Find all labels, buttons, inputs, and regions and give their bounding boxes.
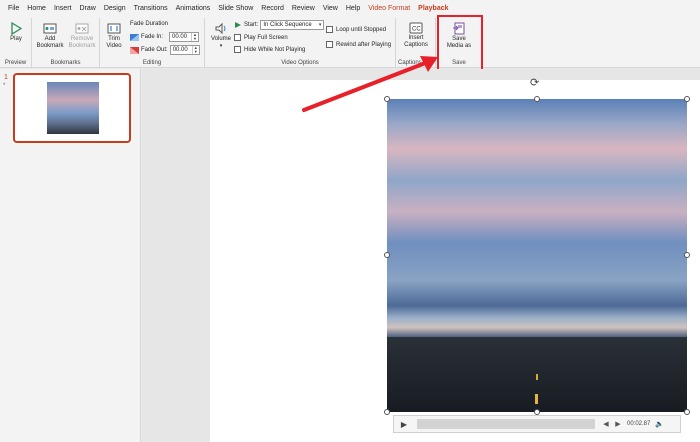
remove-bookmark-icon: [75, 23, 89, 34]
play-full-screen-checkbox[interactable]: [234, 34, 241, 41]
fade-in-input[interactable]: 00.00 ▲ ▼: [169, 32, 200, 42]
fade-in-value: 00.00: [172, 34, 188, 40]
menu-design[interactable]: Design: [100, 0, 130, 18]
fade-duration-heading: Fade Duration: [130, 21, 169, 27]
menu-transitions[interactable]: Transitions: [130, 0, 172, 18]
hide-while-not-playing-label: Hide While Not Playing: [244, 46, 306, 53]
annotation-arrow: [302, 56, 438, 112]
fade-in-row: Fade In: 00.00 ▲ ▼: [130, 32, 200, 42]
start-row: Start: In Click Sequence ▾: [234, 20, 325, 30]
slide-thumbnail[interactable]: [13, 73, 131, 143]
add-bookmark-icon: [43, 23, 57, 34]
video-controls: ▶ ◀ ▶ 00:02.87 🔈: [393, 415, 681, 433]
rewind-icon[interactable]: ◀: [600, 417, 612, 431]
menu-video-format[interactable]: Video Format: [364, 0, 414, 18]
fade-out-icon: [130, 46, 139, 54]
loop-checkbox[interactable]: [326, 26, 333, 33]
resize-handle-top[interactable]: [534, 96, 540, 102]
forward-icon[interactable]: ▶: [612, 417, 624, 431]
resize-handle-right[interactable]: [684, 252, 690, 258]
remove-bookmark-button[interactable]: Remove Bookmark: [66, 22, 98, 50]
volume-label: Volume: [210, 36, 231, 42]
fade-out-value: 00.00: [172, 47, 188, 53]
rotate-handle-icon[interactable]: ⟳: [530, 76, 539, 89]
fade-in-icon: [130, 33, 139, 41]
fade-in-label: Fade In:: [141, 34, 164, 40]
fade-in-spinner-icon[interactable]: ▲ ▼: [191, 33, 198, 41]
rewind-label: Rewind after Playing: [336, 41, 392, 48]
speaker-icon[interactable]: 🔈: [653, 417, 665, 431]
road-marking: [536, 374, 538, 380]
start-select[interactable]: In Click Sequence ▾: [260, 20, 325, 30]
menu-insert[interactable]: Insert: [50, 0, 76, 18]
volume-dropdown-icon: ▾: [219, 43, 223, 49]
menu-home[interactable]: Home: [23, 0, 50, 18]
menu-slide-show[interactable]: Slide Show: [214, 0, 257, 18]
rewind-row[interactable]: Rewind after Playing: [326, 41, 391, 48]
loop-label: Loop until Stopped: [336, 26, 387, 33]
fade-out-input[interactable]: 00.00 ▲ ▼: [169, 45, 200, 55]
volume-icon: [215, 22, 226, 35]
editing-group: Trim Video Fade Duration Fade In: 00.00 ▲…: [100, 18, 205, 68]
play-button[interactable]: Play: [6, 22, 26, 43]
menu-bar: File Home Insert Draw Design Transitions…: [0, 0, 700, 18]
slide-number: 1: [4, 74, 8, 81]
play-icon: [11, 22, 22, 35]
start-dropdown-icon: ▾: [318, 22, 322, 28]
menu-help[interactable]: Help: [342, 0, 364, 18]
hide-while-not-playing-checkbox[interactable]: [234, 46, 241, 53]
loop-row[interactable]: Loop until Stopped: [326, 26, 386, 33]
road-marking: [535, 394, 538, 404]
trim-video-icon: [107, 23, 121, 34]
video-time: 00:02.87: [627, 421, 651, 427]
trim-video-label: Trim Video: [106, 36, 122, 49]
menu-view[interactable]: View: [319, 0, 342, 18]
start-label: Start:: [244, 22, 259, 28]
slide-animation-marker: *: [3, 83, 6, 89]
add-bookmark-button[interactable]: Add Bookmark: [36, 22, 64, 50]
menu-record[interactable]: Record: [257, 0, 288, 18]
fade-out-spinner-icon[interactable]: ▲ ▼: [191, 46, 199, 54]
menu-review[interactable]: Review: [288, 0, 319, 18]
svg-text:CC: CC: [412, 27, 421, 33]
play-full-screen-label: Play Full Screen: [244, 34, 288, 41]
start-value: In Click Sequence: [263, 22, 312, 28]
preview-group-label: Preview: [4, 60, 27, 66]
insert-captions-label: Insert Captions: [404, 35, 428, 48]
video-play-icon[interactable]: ▶: [397, 417, 411, 431]
trim-video-button[interactable]: Trim Video: [103, 22, 125, 50]
video-frame[interactable]: [387, 99, 687, 412]
bookmarks-group: Add Bookmark Remove Bookmark Bookmarks: [32, 18, 100, 68]
fade-out-label: Fade Out:: [141, 47, 168, 53]
hide-while-not-playing-row[interactable]: Hide While Not Playing: [234, 46, 305, 53]
editing-group-label: Editing: [142, 60, 162, 66]
thumbnail-video-image: [47, 82, 99, 134]
add-bookmark-label: Add Bookmark: [36, 36, 64, 49]
resize-handle-bottom-left[interactable]: [384, 409, 390, 415]
start-icon: [235, 22, 241, 28]
resize-handle-left[interactable]: [384, 252, 390, 258]
resize-handle-bottom-right[interactable]: [684, 409, 690, 415]
bookmarks-group-label: Bookmarks: [50, 60, 81, 66]
volume-button[interactable]: Volume ▾: [209, 22, 233, 50]
video-progress-bar[interactable]: [417, 419, 595, 429]
menu-draw[interactable]: Draw: [75, 0, 99, 18]
rewind-checkbox[interactable]: [326, 41, 333, 48]
insert-captions-button[interactable]: CC Insert Captions: [399, 22, 433, 49]
menu-file[interactable]: File: [4, 0, 23, 18]
play-full-screen-row[interactable]: Play Full Screen: [234, 34, 288, 41]
preview-group: Play Preview: [0, 18, 32, 68]
fade-out-row: Fade Out: 00.00 ▲ ▼: [130, 45, 200, 55]
captions-icon: CC: [409, 22, 423, 34]
menu-animations[interactable]: Animations: [172, 0, 215, 18]
remove-bookmark-label: Remove Bookmark: [68, 36, 96, 49]
resize-handle-top-right[interactable]: [684, 96, 690, 102]
play-label: Play: [10, 36, 22, 42]
